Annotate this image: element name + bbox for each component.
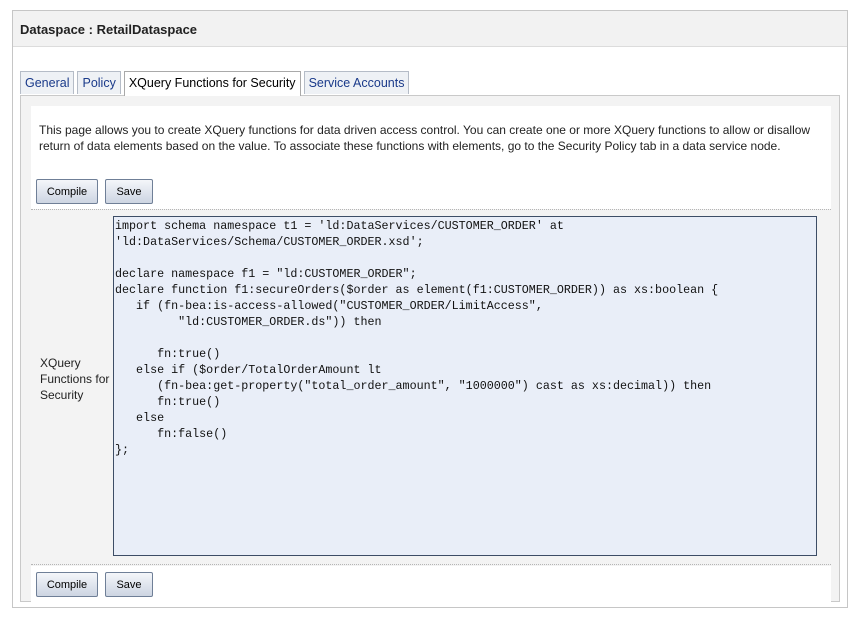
title-bar: Dataspace : RetailDataspace <box>13 11 847 47</box>
compile-button-top[interactable]: Compile <box>36 179 98 204</box>
tab-policy[interactable]: Policy <box>77 71 121 94</box>
tab-service-accounts[interactable]: Service Accounts <box>303 71 410 94</box>
editor-label: XQuery Functions for Security <box>40 356 110 402</box>
intro-description: This page allows you to create XQuery fu… <box>39 123 811 153</box>
tab-bar: General Policy XQuery Functions for Secu… <box>20 71 412 96</box>
dataspace-window: Dataspace : RetailDataspace General Poli… <box>12 10 848 608</box>
xquery-code-editor[interactable]: import schema namespace t1 = 'ld:DataSer… <box>113 216 817 556</box>
tab-panel: This page allows you to create XQuery fu… <box>20 95 840 602</box>
bottom-actions: Compile Save <box>31 566 831 602</box>
page-title: Dataspace : RetailDataspace <box>20 22 198 37</box>
save-button-bottom[interactable]: Save <box>105 572 153 597</box>
tab-xquery-functions-for-security[interactable]: XQuery Functions for Security <box>123 71 301 96</box>
tab-general[interactable]: General <box>20 71 75 94</box>
divider-bottom <box>31 564 831 565</box>
save-button-top[interactable]: Save <box>105 179 153 204</box>
intro-section: This page allows you to create XQuery fu… <box>31 106 831 209</box>
editor-section: XQuery Functions for Security import sch… <box>31 210 831 564</box>
compile-button-bottom[interactable]: Compile <box>36 572 98 597</box>
